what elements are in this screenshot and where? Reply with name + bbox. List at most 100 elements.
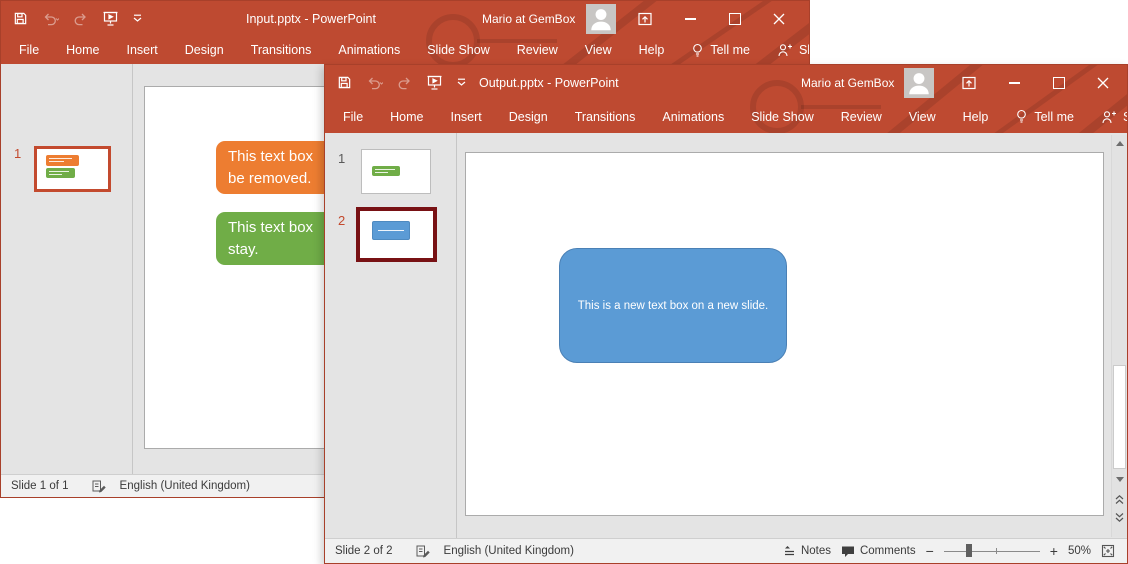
tab-share[interactable]: Share [777,43,809,57]
next-slide-icon[interactable] [1112,509,1127,525]
slide-number-2: 2 [338,213,345,228]
undo-icon[interactable] [42,12,59,26]
tab-design[interactable]: Design [185,43,224,57]
save-icon[interactable] [337,75,352,90]
slide-thumbnail-panel: 1 [1,64,133,474]
tab-home[interactable]: Home [390,110,423,124]
language-indicator[interactable]: English (United Kingdom) [444,545,574,557]
tab-tellme[interactable]: Tell me [691,43,750,58]
ribbon-display-options-icon[interactable] [627,1,663,36]
thumbnail-green-shape [372,166,400,176]
comments-button[interactable]: Comments [841,545,916,558]
zoom-slider-thumb[interactable] [966,544,972,557]
blue-text: This is a new text box on a new slide. [578,300,769,312]
window-header: Output.pptx - PowerPoint Mario at GemBox [325,65,1127,133]
blue-text-box[interactable]: This is a new text box on a new slide. [559,248,787,363]
scrollbar-thumb[interactable] [1113,365,1126,469]
tab-design[interactable]: Design [509,110,548,124]
redo-icon[interactable] [397,76,412,90]
tab-animations[interactable]: Animations [338,43,400,57]
slide-indicator[interactable]: Slide 2 of 2 [335,545,393,557]
close-button[interactable] [761,1,797,36]
quick-access-toolbar [337,65,466,100]
comments-icon [841,545,855,558]
account-name[interactable]: Mario at GemBox [482,1,575,36]
tab-view[interactable]: View [585,43,612,57]
slide-thumbnail-1[interactable] [361,149,431,194]
comments-label: Comments [860,545,916,557]
tab-animations[interactable]: Animations [662,110,724,124]
tab-tellme[interactable]: Tell me [1015,109,1074,124]
window-title: Input.pptx - PowerPoint [246,1,376,36]
ribbon-tab-row: File Home Insert Design Transitions Anim… [1,36,809,64]
zoom-level[interactable]: 50% [1068,545,1091,557]
start-slideshow-icon[interactable] [102,11,119,27]
language-indicator[interactable]: English (United Kingdom) [120,480,250,492]
spellcheck-icon[interactable] [415,544,430,558]
zoom-in-button[interactable]: + [1050,543,1058,559]
quick-access-toolbar [13,1,142,36]
share-person-icon [777,43,793,57]
tab-slideshow[interactable]: Slide Show [427,43,490,57]
tab-share-label: Share [799,43,809,57]
maximize-button[interactable] [1041,65,1077,100]
tab-insert[interactable]: Insert [127,43,158,57]
minimize-button[interactable] [672,1,708,36]
tab-slideshow[interactable]: Slide Show [751,110,814,124]
tab-file[interactable]: File [19,43,39,57]
slide-indicator[interactable]: Slide 1 of 1 [11,480,69,492]
tab-tellme-label: Tell me [1034,110,1074,124]
window-title: Output.pptx - PowerPoint [479,65,619,100]
start-slideshow-icon[interactable] [426,75,443,91]
spellcheck-icon[interactable] [91,479,106,493]
thumbnail-orange-shape [46,155,79,166]
tab-help[interactable]: Help [963,110,989,124]
tab-insert[interactable]: Insert [451,110,482,124]
desktop: Input.pptx - PowerPoint Mario at GemBox [0,0,1128,564]
ribbon-display-options-icon[interactable] [951,65,987,100]
undo-icon[interactable] [366,76,383,90]
maximize-button[interactable] [717,1,753,36]
scroll-up-icon[interactable] [1112,135,1127,151]
customize-qat-icon[interactable] [457,78,466,87]
previous-slide-icon[interactable] [1112,491,1127,507]
titlebar: Output.pptx - PowerPoint Mario at GemBox [325,65,1127,100]
tab-tellme-label: Tell me [710,43,750,57]
tab-file[interactable]: File [343,110,363,124]
tab-share[interactable]: Share [1101,110,1127,124]
share-person-icon [1101,110,1117,124]
tab-help[interactable]: Help [639,43,665,57]
notes-icon [783,545,796,558]
account-name[interactable]: Mario at GemBox [801,65,894,100]
redo-icon[interactable] [73,12,88,26]
ribbon-tab-row: File Home Insert Design Transitions Anim… [325,100,1127,133]
tab-review[interactable]: Review [841,110,882,124]
lightbulb-icon [1015,109,1028,124]
user-avatar[interactable] [586,4,616,34]
fit-slide-to-window-icon[interactable] [1101,544,1115,558]
tab-view[interactable]: View [909,110,936,124]
slide-number-1: 1 [338,151,345,166]
tab-transitions[interactable]: Transitions [575,110,636,124]
zoom-slider[interactable] [944,544,1040,558]
tab-home[interactable]: Home [66,43,99,57]
zoom-out-button[interactable]: − [926,543,934,559]
vertical-scrollbar[interactable] [1111,135,1127,537]
window-header: Input.pptx - PowerPoint Mario at GemBox [1,1,809,64]
notes-button[interactable]: Notes [783,545,831,558]
thumbnail-blue-shape [372,221,410,240]
slide-number: 1 [14,146,21,161]
save-icon[interactable] [13,11,28,26]
close-button[interactable] [1085,65,1121,100]
powerpoint-window-output: Output.pptx - PowerPoint Mario at GemBox [324,64,1128,564]
tab-review[interactable]: Review [517,43,558,57]
scroll-down-icon[interactable] [1112,471,1127,487]
slide-thumbnail-2-selected[interactable] [356,207,437,262]
slide-thumbnail-1[interactable] [34,146,111,192]
customize-qat-icon[interactable] [133,14,142,23]
minimize-button[interactable] [996,65,1032,100]
lightbulb-icon [691,43,704,58]
user-avatar[interactable] [904,68,934,98]
status-bar: Slide 2 of 2 English (United Kingdom) No… [325,538,1127,563]
tab-transitions[interactable]: Transitions [251,43,312,57]
